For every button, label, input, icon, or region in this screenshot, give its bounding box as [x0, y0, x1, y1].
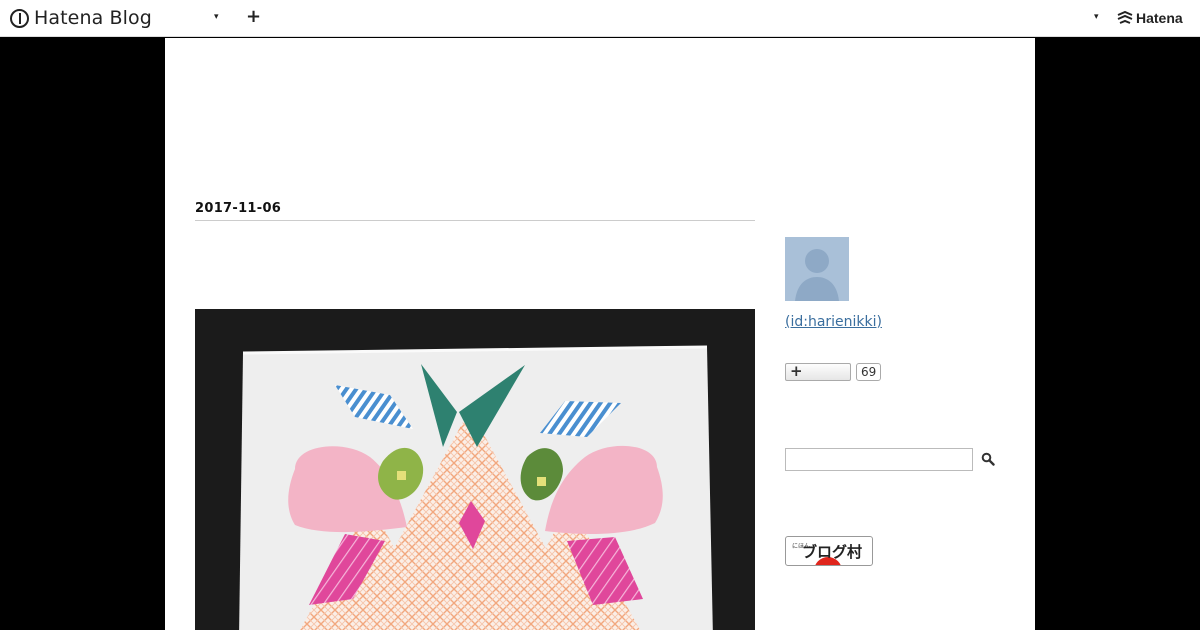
paper-collage-image [239, 345, 713, 630]
write-post-button[interactable]: + [246, 6, 261, 27]
blogmura-logo: にほん ブログ村 [792, 543, 862, 565]
author-link[interactable]: (id:harienikki) [785, 314, 882, 330]
chevron-down-icon[interactable]: ▾ [214, 12, 219, 22]
hatena-mark-icon [1117, 11, 1133, 24]
subscribe-button[interactable]: + [785, 362, 851, 381]
blogmura-banner[interactable]: にほん ブログ村 [785, 536, 873, 566]
hatena-brand-text: Hatena [1136, 10, 1183, 26]
avatar[interactable] [785, 237, 849, 301]
global-header: Hatena Blog ▾ + ▾ Hatena [0, 0, 1200, 37]
chevron-down-icon[interactable]: ▾ [1094, 12, 1099, 22]
user-silhouette-icon [795, 249, 839, 301]
logo-text: Hatena Blog [34, 7, 152, 29]
blogmura-text: ブログ村 [802, 543, 862, 561]
hatena-blog-logo[interactable]: Hatena Blog [10, 7, 152, 29]
hatena-menu-button[interactable]: Hatena [1117, 10, 1183, 26]
hatena-logo-icon [10, 8, 29, 28]
subscriber-count: 69 [856, 363, 882, 381]
entry-photo [195, 309, 755, 630]
content-wrapper: 2017-11-06 (id:harienikki) + 69 にほん ブログ村 [165, 38, 1035, 630]
search-icon[interactable] [981, 452, 995, 466]
plus-icon: + [790, 362, 803, 380]
entry-date[interactable]: 2017-11-06 [195, 201, 755, 221]
search-input[interactable] [785, 448, 973, 471]
